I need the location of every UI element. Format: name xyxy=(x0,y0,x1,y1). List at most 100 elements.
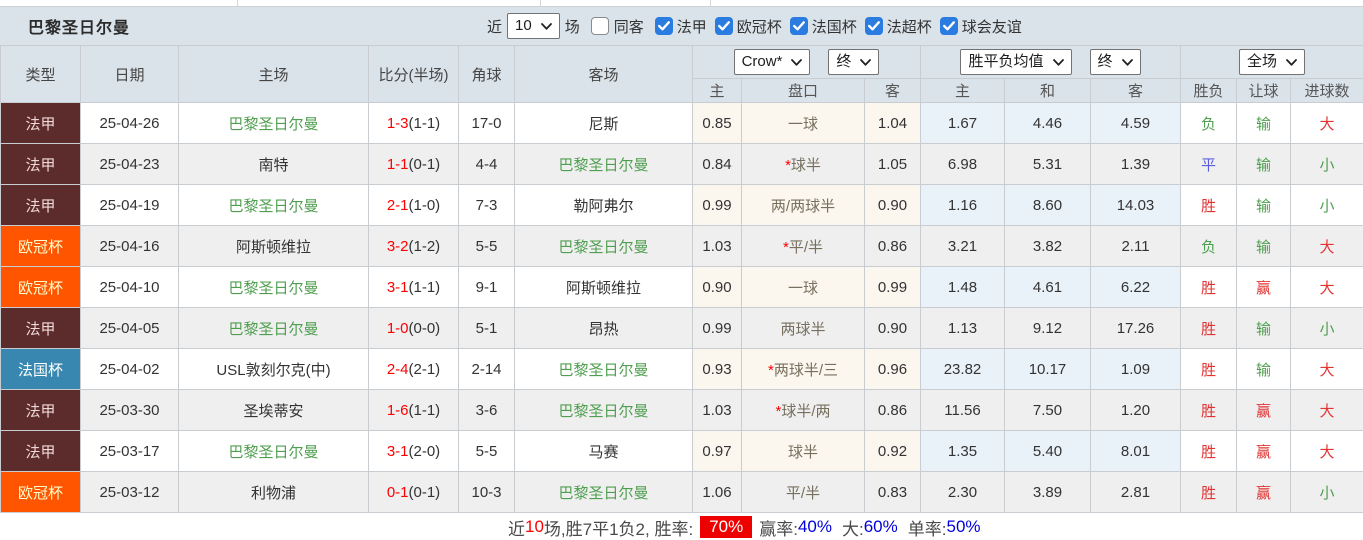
filter-checkbox[interactable] xyxy=(714,17,733,35)
match-date: 25-04-23 xyxy=(80,143,179,185)
halftime-score: (1-1) xyxy=(408,278,441,296)
score-cell: 1-3(1-1) xyxy=(368,102,459,144)
subcol-result: 胜负 xyxy=(1180,78,1237,103)
check-icon xyxy=(942,21,955,31)
handicap-line: 两球半 xyxy=(780,320,826,338)
avg-source-value: 胜平负均值 xyxy=(968,52,1044,70)
scope-select[interactable]: 全场 xyxy=(1239,48,1306,76)
matches-table: 类型 日期 主场 比分(半场) 角球 客场 Crow* 终 胜平负均值 终 全场… xyxy=(0,45,1363,513)
fulltime-score: 2-4 xyxy=(386,360,409,378)
home-team: 利物浦 xyxy=(178,471,369,513)
avg-home: 1.13 xyxy=(920,307,1005,349)
halftime-score: (0-1) xyxy=(408,155,441,173)
handicap-result-badge: 输 xyxy=(1236,184,1291,226)
corners: 5-1 xyxy=(458,307,515,349)
corners: 17-0 xyxy=(458,102,515,144)
single-rate-label: 单率: xyxy=(907,519,947,539)
handicap-rate-label: 赢率: xyxy=(759,519,798,539)
table-row: 欧冠杯 25-04-10 巴黎圣日尔曼 3-1(1-1) 9-1 阿斯顿维拉 0… xyxy=(0,266,1363,308)
table-row: 欧冠杯 25-03-12 利物浦 0-1(0-1) 10-3 巴黎圣日尔曼 1.… xyxy=(0,471,1363,513)
avg-away: 17.26 xyxy=(1090,307,1181,349)
check-icon xyxy=(867,21,880,31)
subcol-avg-home: 主 xyxy=(920,78,1005,103)
corners: 7-3 xyxy=(458,184,515,226)
handicap-result-badge: 输 xyxy=(1236,102,1291,144)
handicap-result-badge: 赢 xyxy=(1236,471,1291,513)
col-header-home: 主场 xyxy=(178,45,369,103)
home-team: USL敦刻尔克(中) xyxy=(178,348,369,390)
away-team: 阿斯顿维拉 xyxy=(514,266,693,308)
col-header-type: 类型 xyxy=(0,45,81,103)
result-badge: 负 xyxy=(1180,225,1237,267)
handicap-cell: 一球 xyxy=(741,102,865,144)
single-rate-value: 50% xyxy=(946,517,981,536)
avg-draw: 4.61 xyxy=(1004,266,1091,308)
avg-home: 1.48 xyxy=(920,266,1005,308)
away-team: 勒阿弗尔 xyxy=(514,184,693,226)
summary-bar: 近 10 场,胜7平1负2, 胜率: 70% 赢率: 40% 大: 60% 单率… xyxy=(0,513,1363,540)
table-row: 法国杯 25-04-02 USL敦刻尔克(中) 2-4(2-1) 2-14 巴黎… xyxy=(0,348,1363,390)
filter-checkbox[interactable] xyxy=(939,17,958,35)
subcol-odds-away: 客 xyxy=(864,78,921,103)
divider xyxy=(710,0,711,6)
odds-home: 0.97 xyxy=(692,430,742,472)
away-team: 巴黎圣日尔曼 xyxy=(514,348,693,390)
top-strip xyxy=(0,0,1363,7)
odds-away: 0.83 xyxy=(864,471,921,513)
handicap-result-badge: 输 xyxy=(1236,348,1291,390)
odds-source-select[interactable]: Crow* xyxy=(733,48,811,76)
corners: 9-1 xyxy=(458,266,515,308)
away-team: 巴黎圣日尔曼 xyxy=(514,471,693,513)
score-cell: 0-1(0-1) xyxy=(368,471,459,513)
odds-source-value: Crow* xyxy=(741,52,783,70)
handicap-line: 平/半 xyxy=(785,484,821,502)
filter-checkbox[interactable] xyxy=(654,17,673,35)
filter-checkbox[interactable] xyxy=(864,17,883,35)
subcol-goals-result: 进球数 xyxy=(1289,78,1363,103)
avg-away: 1.20 xyxy=(1090,389,1181,431)
odds-state-select[interactable]: 终 xyxy=(828,48,880,76)
goals-rate-value: 60% xyxy=(863,517,898,536)
goals-result-badge: 大 xyxy=(1289,389,1363,431)
away-team: 巴黎圣日尔曼 xyxy=(514,225,693,267)
col-header-away: 客场 xyxy=(514,45,693,103)
avg-source-select[interactable]: 胜平负均值 xyxy=(960,48,1072,76)
recent-count-select[interactable]: 10 xyxy=(507,12,560,40)
away-team: 昂热 xyxy=(514,307,693,349)
fulltime-score: 1-6 xyxy=(386,401,409,419)
halftime-score: (1-2) xyxy=(408,237,441,255)
table-row: 法甲 25-04-19 巴黎圣日尔曼 2-1(1-0) 7-3 勒阿弗尔 0.9… xyxy=(0,184,1363,226)
fulltime-score: 3-1 xyxy=(386,442,409,460)
avg-draw: 5.31 xyxy=(1004,143,1091,185)
odds-away: 0.92 xyxy=(864,430,921,472)
score-cell: 2-1(1-0) xyxy=(368,184,459,226)
fulltime-score: 3-2 xyxy=(386,237,409,255)
toolbar-controls: 近 10 场 同客 法甲 欧冠杯 法国杯 法超杯 球会友谊 xyxy=(487,7,1022,45)
check-icon xyxy=(717,21,730,31)
competition-badge: 法甲 xyxy=(0,389,81,431)
match-date: 25-04-26 xyxy=(80,102,179,144)
result-badge: 胜 xyxy=(1180,266,1237,308)
check-icon xyxy=(657,21,670,31)
corners: 5-5 xyxy=(458,225,515,267)
goals-result-badge: 大 xyxy=(1289,266,1363,308)
handicap-line: 两/两球半 xyxy=(770,197,836,215)
avg-away: 2.81 xyxy=(1090,471,1181,513)
avg-draw: 4.46 xyxy=(1004,102,1091,144)
match-date: 25-04-10 xyxy=(80,266,179,308)
filter-checkbox[interactable] xyxy=(789,17,808,35)
fulltime-score: 1-1 xyxy=(386,155,409,173)
toolbar: 巴黎圣日尔曼 近 10 场 同客 法甲 欧冠杯 法国杯 法超杯 球会友谊 xyxy=(0,7,1363,45)
handicap-cell: 球半 xyxy=(741,430,865,472)
avg-group-header: 胜平负均值 终 xyxy=(920,45,1181,79)
corners: 3-6 xyxy=(458,389,515,431)
away-team: 马赛 xyxy=(514,430,693,472)
odds-home: 0.93 xyxy=(692,348,742,390)
divider xyxy=(540,0,541,6)
match-date: 25-04-02 xyxy=(80,348,179,390)
handicap-line: 球半 xyxy=(787,443,818,461)
score-cell: 3-1(1-1) xyxy=(368,266,459,308)
chevron-down-icon xyxy=(860,58,872,66)
avg-state-select[interactable]: 终 xyxy=(1089,48,1141,76)
same-venue-checkbox[interactable] xyxy=(590,17,609,35)
